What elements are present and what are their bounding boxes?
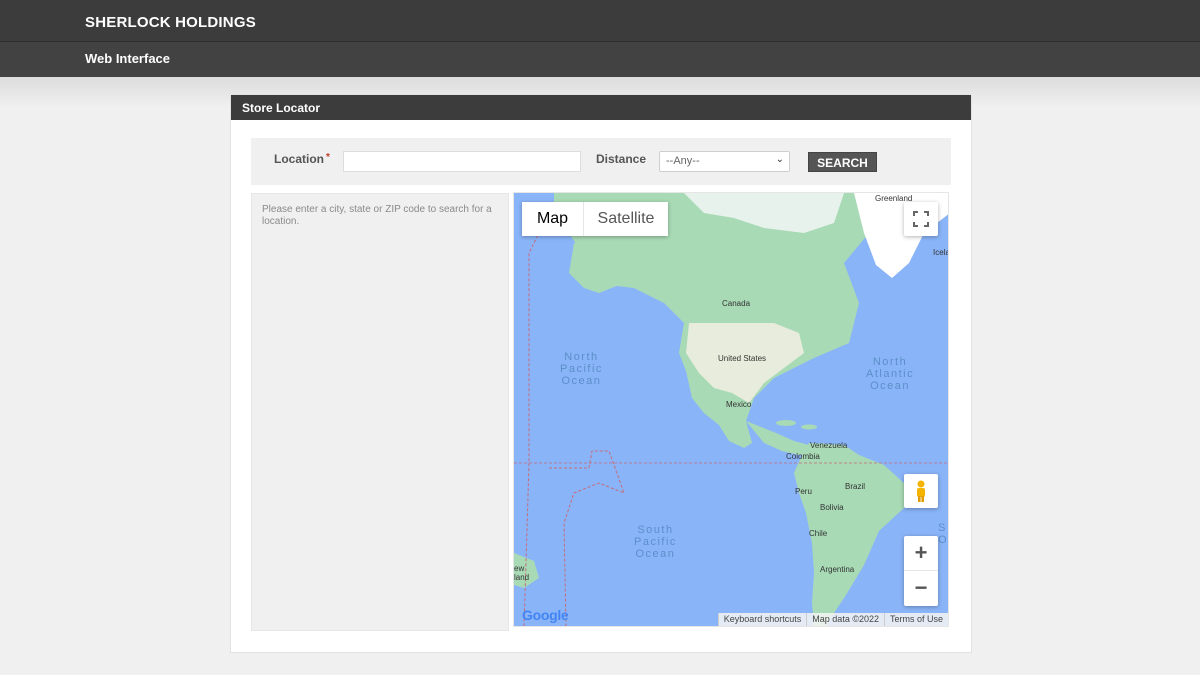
ocean-label-north-pacific: North Pacific Ocean (560, 351, 603, 387)
top-header: SHERLOCK HOLDINGS Web Interface (0, 0, 1200, 77)
place-label-mexico: Mexico (726, 400, 752, 409)
map-canvas (514, 193, 948, 626)
keyboard-shortcuts-link[interactable]: Keyboard shortcuts (717, 613, 807, 626)
map-type-control: Map Satellite (522, 202, 668, 236)
results-message: Please enter a city, state or ZIP code t… (262, 204, 492, 227)
ocean-label-south-pacific-text: South Pacific Ocean (634, 524, 677, 560)
distance-selected-value: --Any-- (666, 155, 700, 167)
caribbean-island (801, 424, 817, 430)
panel-title: Store Locator (242, 101, 321, 115)
place-label-colombia: Colombia (786, 452, 820, 461)
results-list: Please enter a city, state or ZIP code t… (251, 193, 509, 631)
store-locator-panel: Store Locator Location * Distance --Any--… (230, 94, 972, 653)
ocean-label-north-pacific-text: North Pacific Ocean (560, 351, 603, 387)
fullscreen-button[interactable] (904, 202, 938, 236)
required-mark: * (326, 152, 330, 163)
google-logo: Google (522, 607, 569, 623)
place-label-new-zealand: ew land (514, 564, 530, 582)
map-type-map-button[interactable]: Map (522, 202, 583, 236)
street-view-pegman-button[interactable] (904, 474, 938, 508)
place-label-argentina: Argentina (820, 565, 855, 574)
ocean-label-north-atlantic: North Atlantic Ocean (866, 356, 914, 392)
place-label-venezuela: Venezuela (810, 441, 848, 450)
fullscreen-icon (913, 211, 929, 227)
terms-of-use-link[interactable]: Terms of Use (883, 613, 948, 626)
place-label-canada: Canada (722, 299, 751, 308)
header-subtitle: Web Interface (85, 51, 171, 66)
place-label-iceland: Icela (933, 248, 949, 257)
ocean-label-south-pacific: South Pacific Ocean (634, 524, 677, 560)
zoom-in-button[interactable]: + (904, 536, 938, 571)
zoom-control: + − (904, 536, 938, 606)
location-input[interactable] (343, 151, 581, 172)
search-bar: Location * Distance --Any-- ⌄ SEARCH (251, 138, 951, 185)
place-label-united-states: United States (718, 354, 767, 363)
map-view[interactable]: North Pacific Ocean North Atlantic Ocean… (513, 192, 949, 627)
header-subbar (0, 42, 1200, 77)
location-label-text: Location (274, 152, 324, 166)
map-type-satellite-button[interactable]: Satellite (583, 202, 668, 236)
zoom-out-button[interactable]: − (904, 571, 938, 606)
map-footer: Keyboard shortcuts Map data ©2022 Terms … (717, 613, 948, 626)
pegman-icon (917, 480, 925, 502)
place-label-chile: Chile (809, 529, 828, 538)
chevron-down-icon: ⌄ (775, 154, 784, 165)
brand-title: SHERLOCK HOLDINGS (85, 14, 256, 31)
search-button[interactable]: SEARCH (808, 152, 877, 172)
location-label: Location * (274, 152, 330, 166)
panel-header: Store Locator (231, 95, 971, 120)
map-data-attribution: Map data ©2022 (806, 613, 884, 626)
boundary-line (549, 450, 625, 626)
google-logo-text: Google (522, 607, 569, 623)
ocean-label-north-atlantic-text: North Atlantic Ocean (866, 356, 915, 392)
place-label-peru: Peru (795, 487, 812, 496)
caribbean-island (776, 420, 796, 426)
place-label-brazil: Brazil (845, 482, 866, 491)
place-label-bolivia: Bolivia (820, 503, 844, 512)
distance-label: Distance (596, 152, 647, 166)
ocean-label-south-edge: S O (938, 522, 949, 546)
distance-select[interactable]: --Any-- ⌄ (659, 151, 790, 172)
